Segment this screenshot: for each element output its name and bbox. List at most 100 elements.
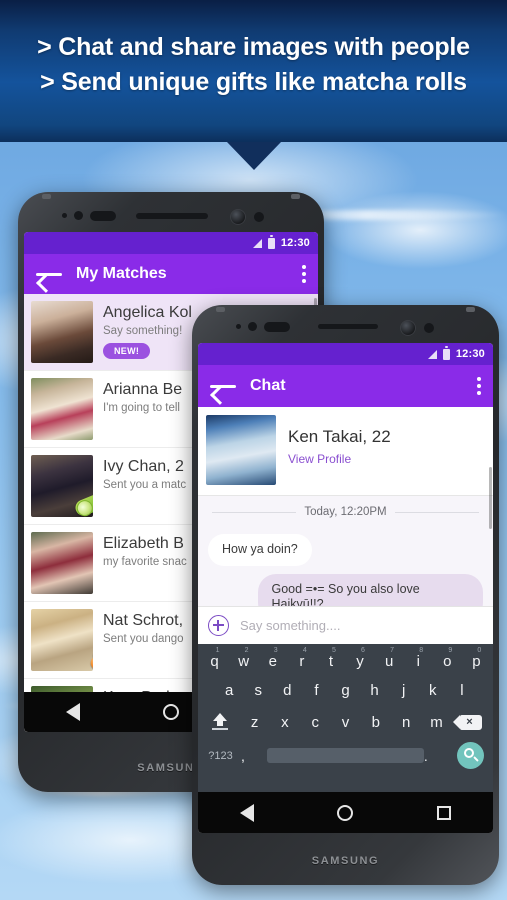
- plus-circle-icon[interactable]: [208, 615, 229, 636]
- match-preview: my favorite snac: [103, 556, 187, 568]
- promo-line-2: > Send unique gifts like matcha rolls: [40, 68, 467, 96]
- left-phone-front-camera-icon: [230, 209, 246, 225]
- status-time: 12:30: [280, 237, 310, 249]
- key-x[interactable]: x: [270, 708, 300, 737]
- comma-key[interactable]: ,: [241, 748, 267, 764]
- key-num-3: 3: [273, 647, 278, 654]
- period-key[interactable]: .: [424, 748, 450, 764]
- key-h[interactable]: h: [360, 676, 389, 705]
- overflow-menu-icon[interactable]: [302, 265, 306, 283]
- match-preview: Say something!: [103, 325, 183, 337]
- key-y[interactable]: 6y: [346, 647, 375, 676]
- avatar[interactable]: [206, 415, 276, 485]
- key-n[interactable]: n: [391, 708, 421, 737]
- promo-banner-text: > Chat and share images with people > Se…: [0, 30, 507, 100]
- avatar[interactable]: [31, 378, 93, 440]
- back-arrow-icon[interactable]: [210, 378, 236, 394]
- key-v[interactable]: v: [330, 708, 360, 737]
- nav-back-icon[interactable]: [239, 803, 254, 822]
- key-a[interactable]: a: [215, 676, 244, 705]
- promo-line-1: > Chat and share images with people: [37, 33, 470, 61]
- left-phone-ir-slot: [90, 211, 116, 221]
- contact-name: Ken Takai, 22: [288, 427, 391, 446]
- key-p[interactable]: 0p: [462, 647, 491, 676]
- avatar[interactable]: [31, 301, 93, 363]
- nav-home-icon[interactable]: [337, 804, 354, 821]
- key-w[interactable]: 2w: [229, 647, 258, 676]
- status-time: 12:30: [455, 348, 485, 360]
- matches-title: My Matches: [76, 265, 167, 282]
- chat-input-bar: Say something....: [198, 606, 493, 644]
- nav-recent-icon[interactable]: [437, 805, 452, 820]
- key-t[interactable]: 5t: [316, 647, 345, 676]
- key-d[interactable]: d: [273, 676, 302, 705]
- signal-icon: [427, 349, 437, 359]
- left-phone-led-icon: [62, 213, 67, 218]
- match-preview: I'm going to tell: [103, 402, 180, 414]
- key-num-4: 4: [302, 647, 307, 654]
- right-phone-device: 12:30 Chat Ken Takai, 22 View Profile To…: [192, 305, 499, 885]
- match-preview: Sent you dango: [103, 633, 184, 645]
- left-phone-earpiece: [136, 213, 208, 219]
- key-g[interactable]: g: [331, 676, 360, 705]
- keyboard-row-3: z x c v b n m ×: [200, 705, 491, 739]
- key-o[interactable]: 9o: [433, 647, 462, 676]
- message-row-incoming: How ya doin?: [208, 534, 483, 566]
- key-r[interactable]: 4r: [287, 647, 316, 676]
- nav-back-icon[interactable]: [65, 703, 80, 721]
- key-k[interactable]: k: [418, 676, 447, 705]
- right-phone-screen: 12:30 Chat Ken Takai, 22 View Profile To…: [198, 343, 493, 833]
- chat-contact-header[interactable]: Ken Takai, 22 View Profile: [198, 407, 493, 496]
- key-c[interactable]: c: [300, 708, 330, 737]
- message-bubble[interactable]: How ya doin?: [208, 534, 312, 566]
- key-z[interactable]: z: [239, 708, 269, 737]
- backspace-icon[interactable]: ×: [452, 708, 491, 737]
- avatar[interactable]: [31, 455, 93, 517]
- battery-icon: [442, 346, 450, 360]
- key-num-7: 7: [390, 647, 395, 654]
- key-num-5: 5: [331, 647, 336, 654]
- key-u[interactable]: 7u: [375, 647, 404, 676]
- left-phone-sensor-icon: [254, 212, 264, 222]
- promo-banner: > Chat and share images with people > Se…: [0, 0, 507, 142]
- avatar[interactable]: [31, 532, 93, 594]
- key-num-1: 1: [215, 647, 220, 654]
- view-profile-link[interactable]: View Profile: [288, 452, 391, 466]
- right-phone-earpiece: [318, 324, 378, 329]
- key-q[interactable]: 1q: [200, 647, 229, 676]
- key-num-8: 8: [419, 647, 424, 654]
- match-name: Angelica Kol: [103, 304, 192, 321]
- key-f[interactable]: f: [302, 676, 331, 705]
- chat-scrollbar[interactable]: [489, 467, 492, 529]
- matches-app-bar: My Matches: [24, 254, 318, 294]
- key-s[interactable]: s: [244, 676, 273, 705]
- key-num-6: 6: [361, 647, 365, 654]
- symbols-key[interactable]: ?123: [200, 750, 241, 762]
- keyboard-row-1: 1q 2w 3e 4r 5t 6y 7u 8i 9o 0p: [200, 647, 491, 676]
- chat-title: Chat: [250, 377, 286, 394]
- key-l[interactable]: l: [447, 676, 476, 705]
- key-i[interactable]: 8i: [404, 647, 433, 676]
- date-divider: Today, 12:20PM: [198, 496, 493, 522]
- back-arrow-icon[interactable]: [36, 266, 62, 282]
- keyboard-row-2: a s d f g h j k l: [200, 676, 491, 705]
- match-name: Ivy Chan, 2: [103, 458, 184, 475]
- right-phone-proximity-icon: [248, 322, 257, 331]
- promo-screenshot: > Chat and share images with people > Se…: [0, 0, 507, 900]
- keyboard-row-4: ?123 , .: [200, 739, 491, 769]
- nav-home-icon[interactable]: [162, 704, 179, 720]
- key-e[interactable]: 3e: [258, 647, 287, 676]
- key-b[interactable]: b: [361, 708, 391, 737]
- status-badge: NEW!: [103, 343, 151, 359]
- key-num-2: 2: [244, 647, 249, 654]
- search-icon[interactable]: [450, 742, 491, 769]
- key-j[interactable]: j: [389, 676, 418, 705]
- overflow-menu-icon[interactable]: [477, 377, 481, 395]
- avatar[interactable]: [31, 609, 93, 671]
- divider-line-left: [212, 511, 297, 513]
- shift-icon[interactable]: [200, 705, 239, 739]
- spacebar-key[interactable]: [267, 748, 424, 763]
- key-m[interactable]: m: [421, 708, 451, 737]
- message-input[interactable]: Say something....: [229, 618, 340, 633]
- left-status-bar: 12:30: [24, 232, 318, 254]
